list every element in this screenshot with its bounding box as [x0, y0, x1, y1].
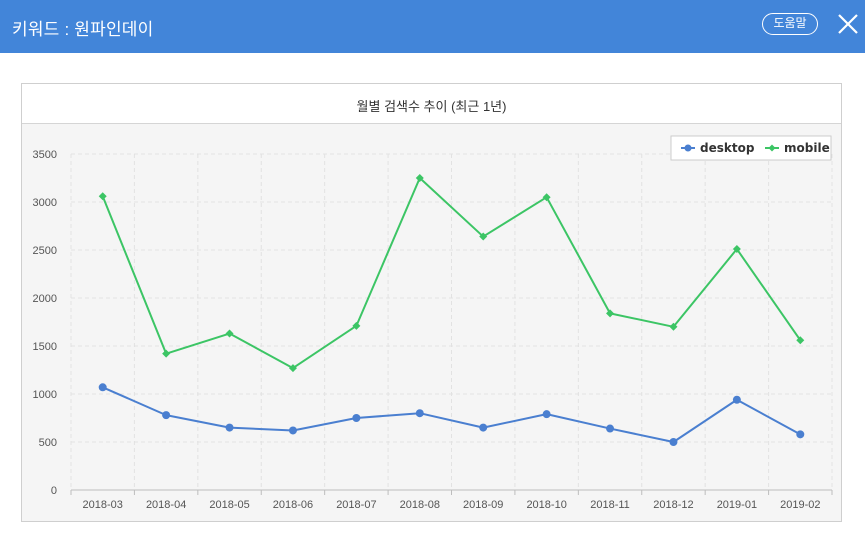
data-point-desktop — [479, 423, 488, 432]
y-tick-label: 0 — [51, 485, 57, 497]
legend-label-desktop: desktop — [700, 141, 755, 155]
data-point-mobile — [162, 349, 171, 358]
x-tick-label: 2018-10 — [526, 499, 566, 511]
y-tick-label: 2000 — [33, 293, 57, 305]
x-tick-label: 2018-03 — [83, 499, 123, 511]
x-tick-label: 2018-12 — [653, 499, 693, 511]
legend-label-mobile: mobile — [784, 141, 830, 155]
x-tick-label: 2019-02 — [780, 499, 820, 511]
legend-marker-desktop — [684, 144, 692, 152]
data-point-desktop — [796, 430, 805, 439]
x-tick-label: 2018-11 — [590, 499, 630, 511]
y-tick-label: 2500 — [33, 245, 57, 257]
data-point-desktop — [225, 423, 234, 432]
monthly-search-chart: 0 500 1000 1500 2000 2500 3000 3500 2018-03 2018-… — [33, 135, 833, 511]
x-tick-label: 2018-04 — [146, 499, 186, 511]
data-point-desktop — [542, 410, 551, 419]
x-tick-label: 2018-05 — [209, 499, 249, 511]
data-point-mobile — [606, 309, 615, 318]
data-point-mobile — [225, 329, 234, 338]
y-tick-label: 3000 — [33, 197, 57, 209]
y-tick-label: 1500 — [33, 341, 57, 353]
data-point-desktop — [288, 426, 297, 435]
data-point-mobile — [98, 192, 107, 201]
data-point-desktop — [606, 424, 615, 433]
y-tick-label: 3500 — [33, 149, 57, 161]
data-point-desktop — [162, 411, 171, 420]
data-point-desktop — [669, 438, 678, 446]
y-tick-label: 1000 — [33, 389, 57, 401]
data-point-desktop — [415, 409, 424, 418]
data-point-desktop — [98, 383, 107, 392]
x-tick-label: 2018-06 — [273, 499, 313, 511]
x-tick-label: 2018-07 — [336, 499, 376, 511]
x-tick-label: 2019-01 — [717, 499, 757, 511]
x-tick-label: 2018-08 — [400, 499, 440, 511]
x-tick-label: 2018-09 — [463, 499, 503, 511]
data-point-desktop — [352, 414, 361, 422]
data-point-desktop — [732, 395, 741, 404]
y-tick-label: 500 — [39, 437, 57, 449]
